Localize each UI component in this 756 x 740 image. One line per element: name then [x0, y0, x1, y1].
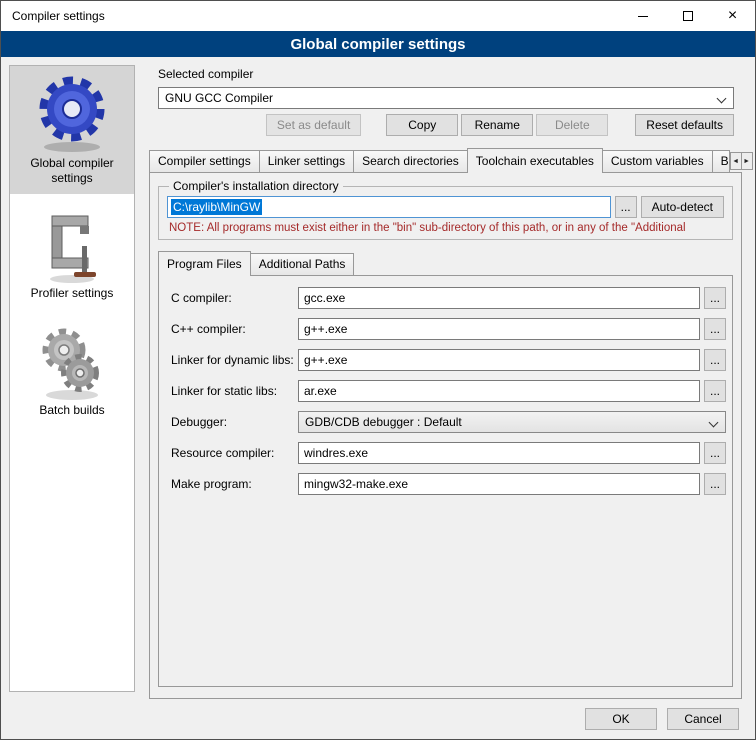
- delete-button[interactable]: Delete: [536, 114, 608, 136]
- window-controls: ×: [620, 1, 755, 31]
- program-files-panel: C compiler: ... C++ compiler: ... Linker…: [158, 275, 733, 687]
- main-area: Selected compiler GNU GCC Compiler Set a…: [141, 59, 742, 699]
- maximize-icon: [683, 11, 693, 21]
- resource-compiler-browse-button[interactable]: ...: [704, 442, 726, 464]
- sidebar-item-profiler-settings[interactable]: Profiler settings: [10, 204, 134, 309]
- debugger-label: Debugger:: [171, 415, 298, 429]
- dynamic-linker-label: Linker for dynamic libs:: [171, 353, 298, 367]
- close-icon: ×: [728, 8, 737, 24]
- debugger-select-value: GDB/CDB debugger : Default: [305, 415, 462, 429]
- static-linker-row: Linker for static libs: ...: [171, 380, 726, 402]
- cpp-compiler-label: C++ compiler:: [171, 322, 298, 336]
- static-linker-input[interactable]: [298, 380, 700, 402]
- minimize-button[interactable]: [620, 1, 665, 31]
- dynamic-linker-input[interactable]: [298, 349, 700, 371]
- maximize-button[interactable]: [665, 1, 710, 31]
- make-program-input[interactable]: [298, 473, 700, 495]
- compiler-combobox[interactable]: GNU GCC Compiler: [158, 87, 734, 109]
- settings-tabstrip: Compiler settings Linker settings Search…: [149, 149, 742, 172]
- ok-button[interactable]: OK: [585, 708, 657, 730]
- tab-toolchain-executables[interactable]: Toolchain executables: [467, 148, 603, 173]
- installation-directory-browse-button[interactable]: ...: [615, 196, 637, 218]
- window-title: Compiler settings: [1, 9, 620, 23]
- installation-directory-input[interactable]: C:\raylib\MinGW: [167, 196, 611, 218]
- tab-additional-paths[interactable]: Additional Paths: [250, 253, 355, 275]
- make-program-label: Make program:: [171, 477, 298, 491]
- tab-compiler-settings[interactable]: Compiler settings: [149, 150, 260, 172]
- tab-build-options[interactable]: Buil: [712, 150, 730, 172]
- cpp-compiler-browse-button[interactable]: ...: [704, 318, 726, 340]
- debugger-row: Debugger: GDB/CDB debugger : Default: [171, 411, 726, 433]
- installation-directory-legend: Compiler's installation directory: [169, 179, 343, 193]
- copy-button[interactable]: Copy: [386, 114, 458, 136]
- resource-compiler-label: Resource compiler:: [171, 446, 298, 460]
- compiler-settings-window: Compiler settings × Global compiler sett…: [0, 0, 756, 740]
- c-compiler-row: C compiler: ...: [171, 287, 726, 309]
- tab-linker-settings[interactable]: Linker settings: [259, 150, 354, 172]
- static-linker-browse-button[interactable]: ...: [704, 380, 726, 402]
- dialog-header: Global compiler settings: [1, 31, 755, 57]
- blue-gear-icon: [12, 72, 132, 154]
- selected-compiler-label: Selected compiler: [158, 67, 742, 81]
- program-files-tabstrip: Program Files Additional Paths: [158, 252, 741, 275]
- installation-directory-note: NOTE: All programs must exist either in …: [169, 222, 724, 234]
- dialog-footer: OK Cancel: [585, 708, 739, 730]
- close-button[interactable]: ×: [710, 1, 755, 31]
- installation-directory-group: Compiler's installation directory C:\ray…: [158, 179, 733, 240]
- clamp-icon: [12, 210, 132, 284]
- minimize-icon: [638, 16, 648, 17]
- resource-compiler-input[interactable]: [298, 442, 700, 464]
- tab-scroll-arrows: ◄ ►: [730, 152, 753, 170]
- tab-custom-variables[interactable]: Custom variables: [602, 150, 713, 172]
- compiler-button-row: Set as default Copy Rename Delete Reset …: [158, 114, 734, 136]
- tab-program-files[interactable]: Program Files: [158, 251, 251, 276]
- tab-search-directories[interactable]: Search directories: [353, 150, 468, 172]
- cpp-compiler-row: C++ compiler: ...: [171, 318, 726, 340]
- sidebar-item-global-compiler-settings[interactable]: Global compiler settings: [10, 66, 134, 194]
- set-as-default-button[interactable]: Set as default: [266, 114, 361, 136]
- static-linker-label: Linker for static libs:: [171, 384, 298, 398]
- cancel-button[interactable]: Cancel: [667, 708, 739, 730]
- compiler-combobox-value: GNU GCC Compiler: [165, 91, 273, 105]
- dynamic-linker-row: Linker for dynamic libs: ...: [171, 349, 726, 371]
- debugger-select[interactable]: GDB/CDB debugger : Default: [298, 411, 726, 433]
- installation-directory-value: C:\raylib\MinGW: [171, 199, 262, 215]
- make-program-row: Make program: ...: [171, 473, 726, 495]
- chevron-down-icon: [709, 418, 719, 428]
- c-compiler-browse-button[interactable]: ...: [704, 287, 726, 309]
- chevron-down-icon: [717, 94, 727, 104]
- sidebar-item-label: Global compiler settings: [12, 156, 132, 186]
- sidebar-item-batch-builds[interactable]: Batch builds: [10, 319, 134, 426]
- sidebar-item-label: Batch builds: [12, 403, 132, 418]
- sidebar: Global compiler settings Profiler settin…: [9, 65, 135, 692]
- c-compiler-label: C compiler:: [171, 291, 298, 305]
- auto-detect-button[interactable]: Auto-detect: [641, 196, 724, 218]
- installation-directory-row: C:\raylib\MinGW ... Auto-detect: [167, 196, 724, 218]
- resource-compiler-row: Resource compiler: ...: [171, 442, 726, 464]
- dynamic-linker-browse-button[interactable]: ...: [704, 349, 726, 371]
- toolchain-executables-panel: Compiler's installation directory C:\ray…: [149, 172, 742, 699]
- dialog-header-title: Global compiler settings: [290, 36, 465, 53]
- sidebar-item-label: Profiler settings: [12, 286, 132, 301]
- reset-defaults-button[interactable]: Reset defaults: [635, 114, 734, 136]
- titlebar[interactable]: Compiler settings ×: [1, 1, 755, 31]
- tab-scroll-right-icon[interactable]: ►: [741, 152, 753, 170]
- rename-button[interactable]: Rename: [461, 114, 533, 136]
- gray-gears-icon: [12, 325, 132, 401]
- c-compiler-input[interactable]: [298, 287, 700, 309]
- cpp-compiler-input[interactable]: [298, 318, 700, 340]
- make-program-browse-button[interactable]: ...: [704, 473, 726, 495]
